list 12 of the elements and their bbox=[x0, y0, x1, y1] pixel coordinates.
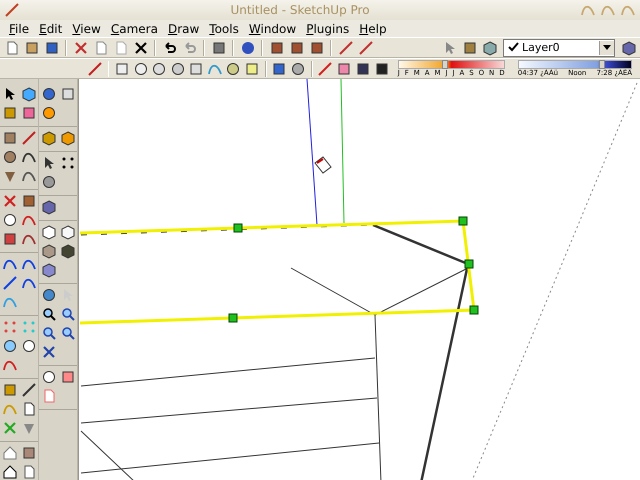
menu-item[interactable]: Window bbox=[244, 22, 302, 36]
menu-item[interactable]: View bbox=[67, 22, 106, 36]
menu-item[interactable]: Help bbox=[354, 22, 392, 36]
menu-item[interactable]: Edit bbox=[34, 22, 68, 36]
menu-item[interactable]: Draw bbox=[162, 22, 204, 36]
menu-item[interactable]: Plugins bbox=[301, 22, 354, 36]
layer-name: Layer0 bbox=[522, 41, 561, 54]
window-title: Untitled - SketchUp Pro bbox=[229, 3, 371, 17]
menu-item[interactable]: Tools bbox=[204, 22, 244, 36]
menu-item[interactable]: Camera bbox=[106, 22, 163, 36]
layer-dropdown[interactable]: Layer0 bbox=[503, 38, 615, 56]
menu-item[interactable]: File bbox=[4, 22, 34, 36]
